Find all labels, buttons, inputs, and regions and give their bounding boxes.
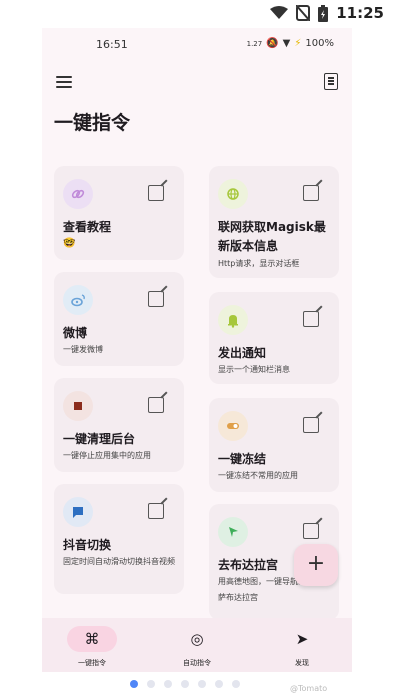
card-title: 微博	[63, 326, 88, 340]
document-icon[interactable]	[324, 73, 338, 90]
globe-icon	[218, 179, 248, 209]
top-app-bar	[42, 68, 352, 96]
edit-icon[interactable]	[303, 311, 319, 327]
page-indicator	[130, 680, 240, 688]
add-command-button[interactable]: +	[294, 544, 338, 586]
system-status-bar: 11:25	[0, 0, 394, 28]
edit-icon[interactable]	[148, 185, 164, 201]
command-card[interactable]: 一键清理后台 一键停止应用集中的应用	[54, 378, 184, 472]
page-dot[interactable]	[147, 680, 155, 688]
page-dot[interactable]	[164, 680, 172, 688]
command-icon: ⌘	[67, 626, 117, 652]
card-title: 联网获取Magisk最新版本信息	[218, 220, 326, 253]
inner-clock: 16:51	[96, 38, 128, 51]
chat-icon	[63, 497, 93, 527]
nav-label: 自动指令	[183, 659, 211, 667]
app-window: 16:51 1.27 🔕 ▼ ⚡ 100% 一键指令 查看教程 🤓 微博 一键发…	[42, 28, 352, 672]
card-title: 抖音切换	[63, 538, 112, 552]
command-card[interactable]: 查看教程 🤓	[54, 166, 184, 260]
card-title: 查看教程	[63, 220, 112, 234]
nav-label: 发现	[295, 659, 309, 667]
network-speed: 1.27	[246, 39, 263, 48]
no-sim-icon	[296, 5, 311, 21]
battery-level: 100%	[305, 38, 334, 49]
inner-status-bar: 16:51 1.27 🔕 ▼ ⚡ 100%	[42, 36, 352, 54]
card-desc: 🤓	[63, 238, 76, 249]
card-title: 一键冻结	[218, 452, 267, 466]
card-title: 去布达拉宫	[218, 558, 279, 572]
compass-icon: ➤	[295, 630, 309, 648]
system-clock: 11:25	[336, 4, 384, 22]
navigation-icon	[218, 517, 248, 547]
stop-icon	[63, 391, 93, 421]
edit-icon[interactable]	[303, 523, 319, 539]
link-icon	[63, 179, 93, 209]
edit-icon[interactable]	[303, 417, 319, 433]
nav-item-discover[interactable]: ➤ 发现	[262, 626, 342, 668]
card-desc: 显示一个通知栏消息	[218, 365, 290, 374]
battery-icon	[318, 4, 329, 22]
card-title: 一键清理后台	[63, 432, 136, 446]
nav-item-commands[interactable]: ⌘ 一键指令	[52, 626, 132, 668]
page-title: 一键指令	[54, 112, 131, 134]
page-dot[interactable]	[232, 680, 240, 688]
page-dot[interactable]	[198, 680, 206, 688]
command-card[interactable]: 抖音切换 固定时间自动滑动切换抖音视频	[54, 484, 184, 594]
nav-item-auto[interactable]: ◎ 自动指令	[157, 626, 237, 668]
card-desc: 一键发微博	[63, 345, 103, 354]
toggle-icon	[218, 411, 248, 441]
bell-icon	[218, 305, 248, 335]
card-desc: 一键停止应用集中的应用	[63, 451, 151, 460]
watermark: @Tomato	[290, 684, 328, 693]
card-desc: Http请求，显示对话框	[218, 259, 300, 268]
edit-icon[interactable]	[148, 291, 164, 307]
command-card[interactable]: 微博 一键发微博	[54, 272, 184, 366]
nav-label: 一键指令	[78, 659, 106, 667]
edit-icon[interactable]	[148, 503, 164, 519]
edit-icon[interactable]	[303, 185, 319, 201]
page-dot[interactable]	[130, 680, 138, 688]
card-desc: 固定时间自动滑动切换抖音视频	[63, 557, 175, 566]
target-icon: ◎	[190, 630, 204, 648]
card-title: 发出通知	[218, 346, 267, 360]
command-card[interactable]: 联网获取Magisk最新版本信息 Http请求，显示对话框	[209, 166, 339, 278]
wifi-icon	[270, 6, 289, 19]
edit-icon[interactable]	[148, 397, 164, 413]
page-dot[interactable]	[181, 680, 189, 688]
charging-icon: ⚡	[294, 38, 302, 49]
bottom-navigation: ⌘ 一键指令 ◎ 自动指令 ➤ 发现	[42, 618, 352, 672]
command-card[interactable]: 发出通知 显示一个通知栏消息	[209, 292, 339, 384]
weibo-icon	[63, 285, 93, 315]
card-desc: 一键冻结不常用的应用	[218, 471, 298, 480]
command-card[interactable]: 一键冻结 一键冻结不常用的应用	[209, 398, 339, 492]
menu-icon[interactable]	[56, 76, 72, 88]
mute-icon: 🔕	[266, 38, 279, 49]
page-dot[interactable]	[215, 680, 223, 688]
wifi-small-icon: ▼	[282, 38, 291, 49]
